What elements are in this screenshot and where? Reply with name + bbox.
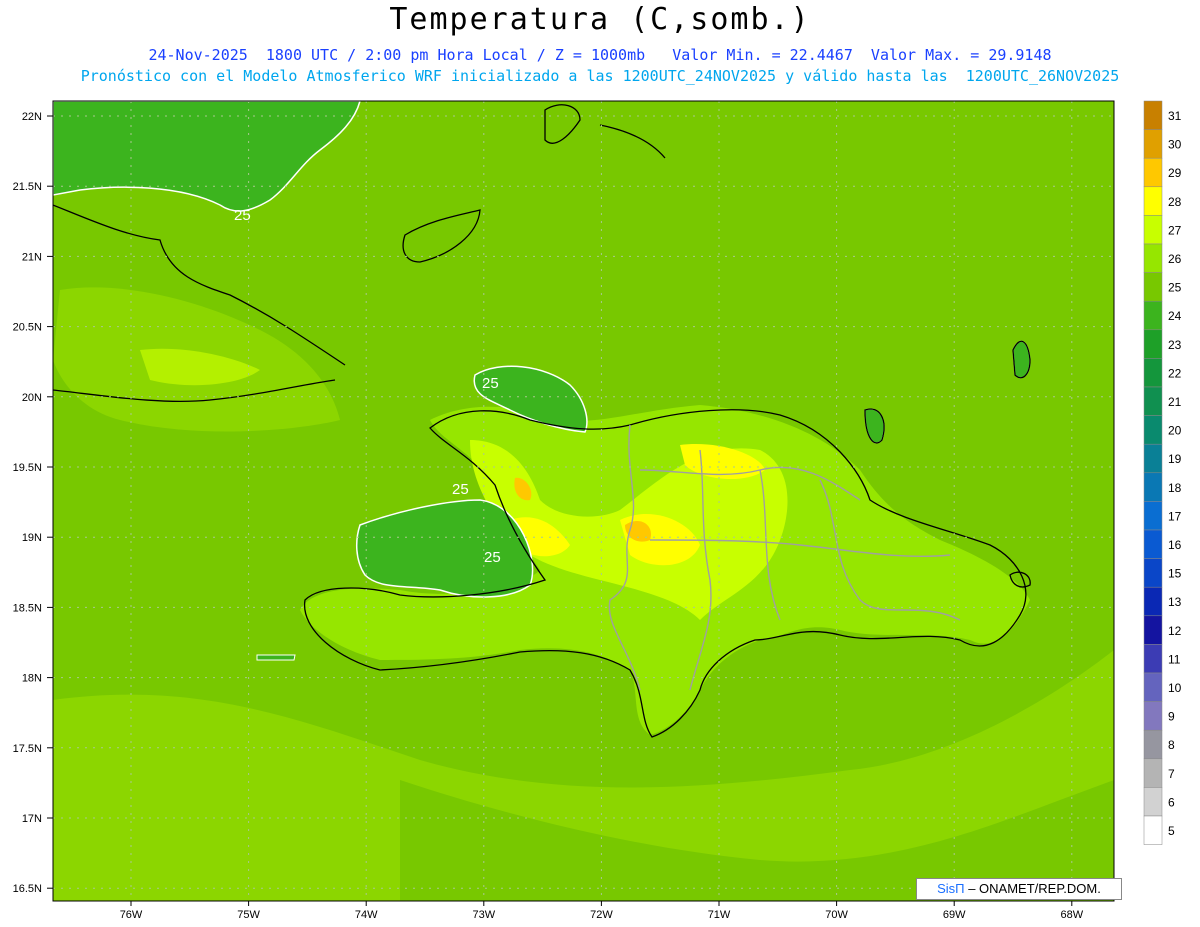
lat-label: 19N — [22, 532, 42, 544]
colorbar-label: 25 — [1168, 281, 1182, 295]
colorbar-swatch — [1143, 186, 1163, 216]
colorbar-swatch — [1143, 815, 1163, 845]
credit-box: SisΠ – ONAMET/REP.DOM. — [916, 878, 1122, 900]
lon-label: 74W — [355, 909, 378, 921]
contour-label: 25 — [234, 207, 251, 224]
lon-label: 72W — [590, 909, 613, 921]
colorbar-swatch — [1143, 586, 1163, 617]
colorbar-label: 23 — [1168, 338, 1182, 352]
colorbar-label: 15 — [1168, 567, 1182, 581]
colorbar-label: 7 — [1168, 767, 1175, 781]
lat-label: 17.5N — [13, 743, 42, 755]
lat-label: 19.5N — [13, 462, 42, 474]
lat-label: 18.5N — [13, 602, 42, 614]
lon-label: 69W — [943, 909, 966, 921]
colorbar-swatch — [1143, 443, 1163, 474]
colorbar-swatch — [1143, 701, 1163, 731]
plot-area — [53, 101, 1114, 901]
credit-org: – ONAMET/REP.DOM. — [964, 881, 1101, 896]
contour-label: 25 — [452, 481, 469, 498]
lat-label: 18N — [22, 673, 42, 685]
colorbar-label: 29 — [1168, 166, 1182, 180]
lat-label: 20.5N — [13, 322, 42, 334]
lat-label: 20N — [22, 392, 42, 404]
lon-label: 73W — [472, 909, 495, 921]
colorbar-swatch — [1143, 758, 1163, 788]
colorbar-swatch — [1143, 415, 1163, 445]
colorbar-swatch — [1143, 100, 1163, 130]
contour-label: 25 — [482, 375, 499, 392]
colorbar-swatch — [1143, 157, 1163, 188]
colorbar-label: 11 — [1168, 652, 1181, 666]
colorbar-label: 26 — [1168, 252, 1182, 266]
lon-label: 71W — [708, 909, 731, 921]
contour-label: 25 — [484, 549, 501, 566]
colorbar-swatch — [1143, 129, 1163, 159]
colorbar-swatch — [1143, 644, 1163, 674]
colorbar-label: 6 — [1168, 795, 1175, 809]
colorbar-label: 18 — [1168, 481, 1182, 495]
colorbar-swatch — [1143, 501, 1163, 531]
colorbar-swatch — [1143, 300, 1163, 331]
lat-label: 22N — [22, 111, 42, 123]
lat-label: 17N — [22, 813, 42, 825]
temperature-map: 25 25 25 25 22N 21.5N 21N 20.5N 20N 19.5N 19N 1… — [13, 100, 1182, 921]
colorbar-label: 24 — [1168, 309, 1182, 323]
field-24-islet — [256, 654, 296, 661]
colorbar-swatch — [1143, 386, 1163, 416]
colorbar-label: 30 — [1168, 138, 1182, 152]
credit-brand: SisΠ — [937, 881, 965, 896]
lat-label: 21N — [22, 251, 42, 263]
colorbar-label: 12 — [1168, 624, 1182, 638]
colorbar: 31 30 29 28 27 26 25 24 23 22 21 20 19 18 17 16 15 13 12 11… — [1143, 100, 1182, 845]
colorbar-label: 9 — [1168, 710, 1175, 724]
colorbar-label: 21 — [1168, 395, 1182, 409]
colorbar-swatch — [1143, 558, 1163, 588]
colorbar-label: 27 — [1168, 223, 1182, 237]
colorbar-swatch — [1143, 615, 1163, 645]
longitude-labels: 76W 75W 74W 73W 72W 71W 70W 69W 68W — [120, 901, 1084, 921]
colorbar-swatch — [1143, 787, 1163, 817]
colorbar-label: 17 — [1168, 509, 1182, 523]
colorbar-label: 22 — [1168, 366, 1182, 380]
colorbar-swatch — [1143, 215, 1163, 245]
lat-label: 16.5N — [13, 883, 42, 895]
lon-label: 75W — [237, 909, 260, 921]
colorbar-label: 8 — [1168, 738, 1175, 752]
colorbar-swatch — [1143, 358, 1163, 388]
latitude-labels: 22N 21.5N 21N 20.5N 20N 19.5N 19N 18.5N 18N 17.5N… — [13, 111, 53, 895]
lon-label: 68W — [1060, 909, 1083, 921]
colorbar-label: 5 — [1168, 824, 1175, 838]
lon-label: 76W — [120, 909, 143, 921]
colorbar-swatch — [1143, 472, 1163, 502]
colorbar-swatch — [1143, 672, 1163, 702]
colorbar-swatch — [1143, 729, 1163, 760]
colorbar-label: 28 — [1168, 195, 1182, 209]
lon-label: 70W — [825, 909, 848, 921]
colorbar-label: 16 — [1168, 538, 1182, 552]
colorbar-swatch — [1143, 529, 1163, 559]
colorbar-label: 31 — [1168, 109, 1182, 123]
colorbar-label: 19 — [1168, 452, 1182, 466]
colorbar-swatch — [1143, 329, 1163, 359]
colorbar-swatch — [1143, 243, 1163, 273]
lat-label: 21.5N — [13, 181, 42, 193]
colorbar-label: 13 — [1168, 595, 1182, 609]
colorbar-swatch — [1143, 272, 1163, 302]
colorbar-label: 20 — [1168, 424, 1182, 438]
colorbar-label: 10 — [1168, 681, 1182, 695]
